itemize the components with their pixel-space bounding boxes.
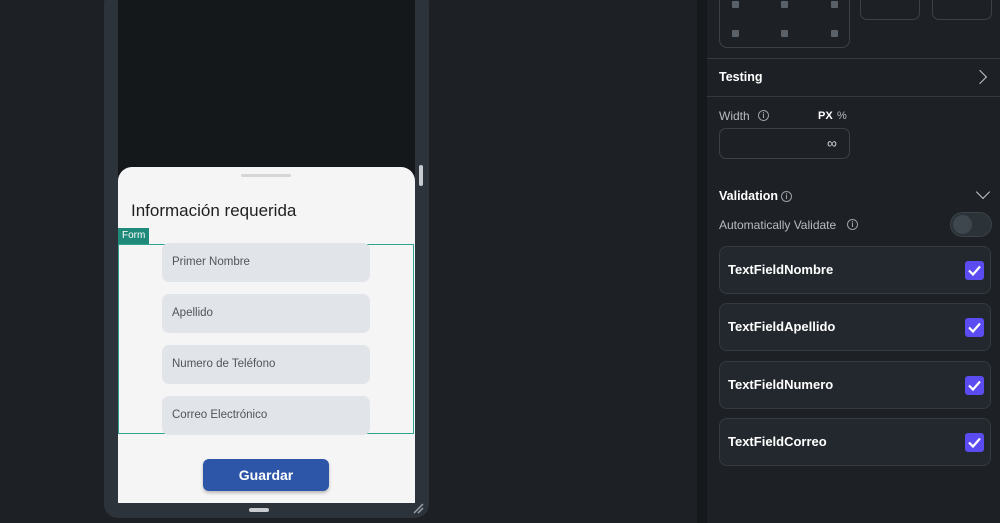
sheet-drag-handle[interactable]	[241, 174, 291, 177]
auto-validate-label: Automatically Validate	[719, 218, 837, 232]
toggle-knob	[953, 215, 972, 234]
unit-px-toggle[interactable]: PX	[818, 110, 833, 122]
device-home-indicator	[249, 508, 269, 512]
spacing-input-left[interactable]	[860, 0, 920, 20]
form-widget-tag[interactable]: Form	[118, 228, 150, 244]
validation-field-name: TextFieldNumero	[728, 377, 834, 392]
width-label: Width	[719, 109, 750, 123]
testing-section-label[interactable]: Testing	[719, 70, 763, 84]
chevron-right-icon[interactable]	[972, 69, 988, 85]
align-dot-icon[interactable]	[781, 1, 788, 8]
checkbox-checked-icon[interactable]	[965, 318, 984, 337]
info-icon[interactable]: i	[758, 110, 769, 121]
alignment-grid[interactable]	[719, 0, 850, 48]
validation-field-name: TextFieldApellido	[728, 319, 836, 334]
checkbox-checked-icon[interactable]	[965, 261, 984, 280]
text-field-apellido[interactable]: Apellido	[162, 294, 370, 333]
sheet-title: Información requerida	[131, 201, 297, 220]
align-dot-icon[interactable]	[831, 30, 838, 37]
divider	[707, 58, 1000, 59]
width-input[interactable]: ∞	[719, 128, 850, 159]
canvas-area: Información requerida Form Primer Nombre…	[0, 0, 697, 523]
resize-handle-icon[interactable]	[412, 502, 424, 514]
validation-field-name: TextFieldCorreo	[728, 434, 827, 449]
text-field-primer-nombre[interactable]: Primer Nombre	[162, 243, 370, 282]
validation-field-row[interactable]: TextFieldNumero	[719, 361, 991, 409]
validation-field-name: TextFieldNombre	[728, 262, 834, 277]
validation-field-row[interactable]: TextFieldNombre	[719, 246, 991, 294]
chevron-down-icon[interactable]	[975, 184, 991, 200]
checkbox-checked-icon[interactable]	[965, 433, 984, 452]
validation-section-label[interactable]: Validation	[719, 189, 778, 203]
align-dot-icon[interactable]	[781, 30, 788, 37]
divider	[707, 96, 1000, 97]
align-dot-icon[interactable]	[732, 1, 739, 8]
validation-field-row[interactable]: TextFieldApellido	[719, 303, 991, 351]
validation-field-row[interactable]: TextFieldCorreo	[719, 418, 991, 466]
device-scrollbar[interactable]	[419, 165, 423, 186]
unit-percent-toggle[interactable]: %	[837, 110, 847, 122]
align-dot-icon[interactable]	[732, 30, 739, 37]
panel-divider[interactable]	[697, 0, 707, 523]
spacing-input-right[interactable]	[932, 0, 992, 20]
align-dot-icon[interactable]	[831, 1, 838, 8]
checkbox-checked-icon[interactable]	[965, 376, 984, 395]
text-field-telefono[interactable]: Numero de Teléfono	[162, 345, 370, 384]
info-icon[interactable]: i	[781, 191, 792, 202]
text-field-correo[interactable]: Correo Electrónico	[162, 396, 370, 435]
info-icon[interactable]: i	[847, 219, 858, 230]
save-button[interactable]: Guardar	[203, 459, 329, 491]
auto-validate-toggle[interactable]	[950, 212, 992, 237]
properties-panel: Testing Width i PX % ∞ Validation i Auto…	[707, 0, 1000, 523]
